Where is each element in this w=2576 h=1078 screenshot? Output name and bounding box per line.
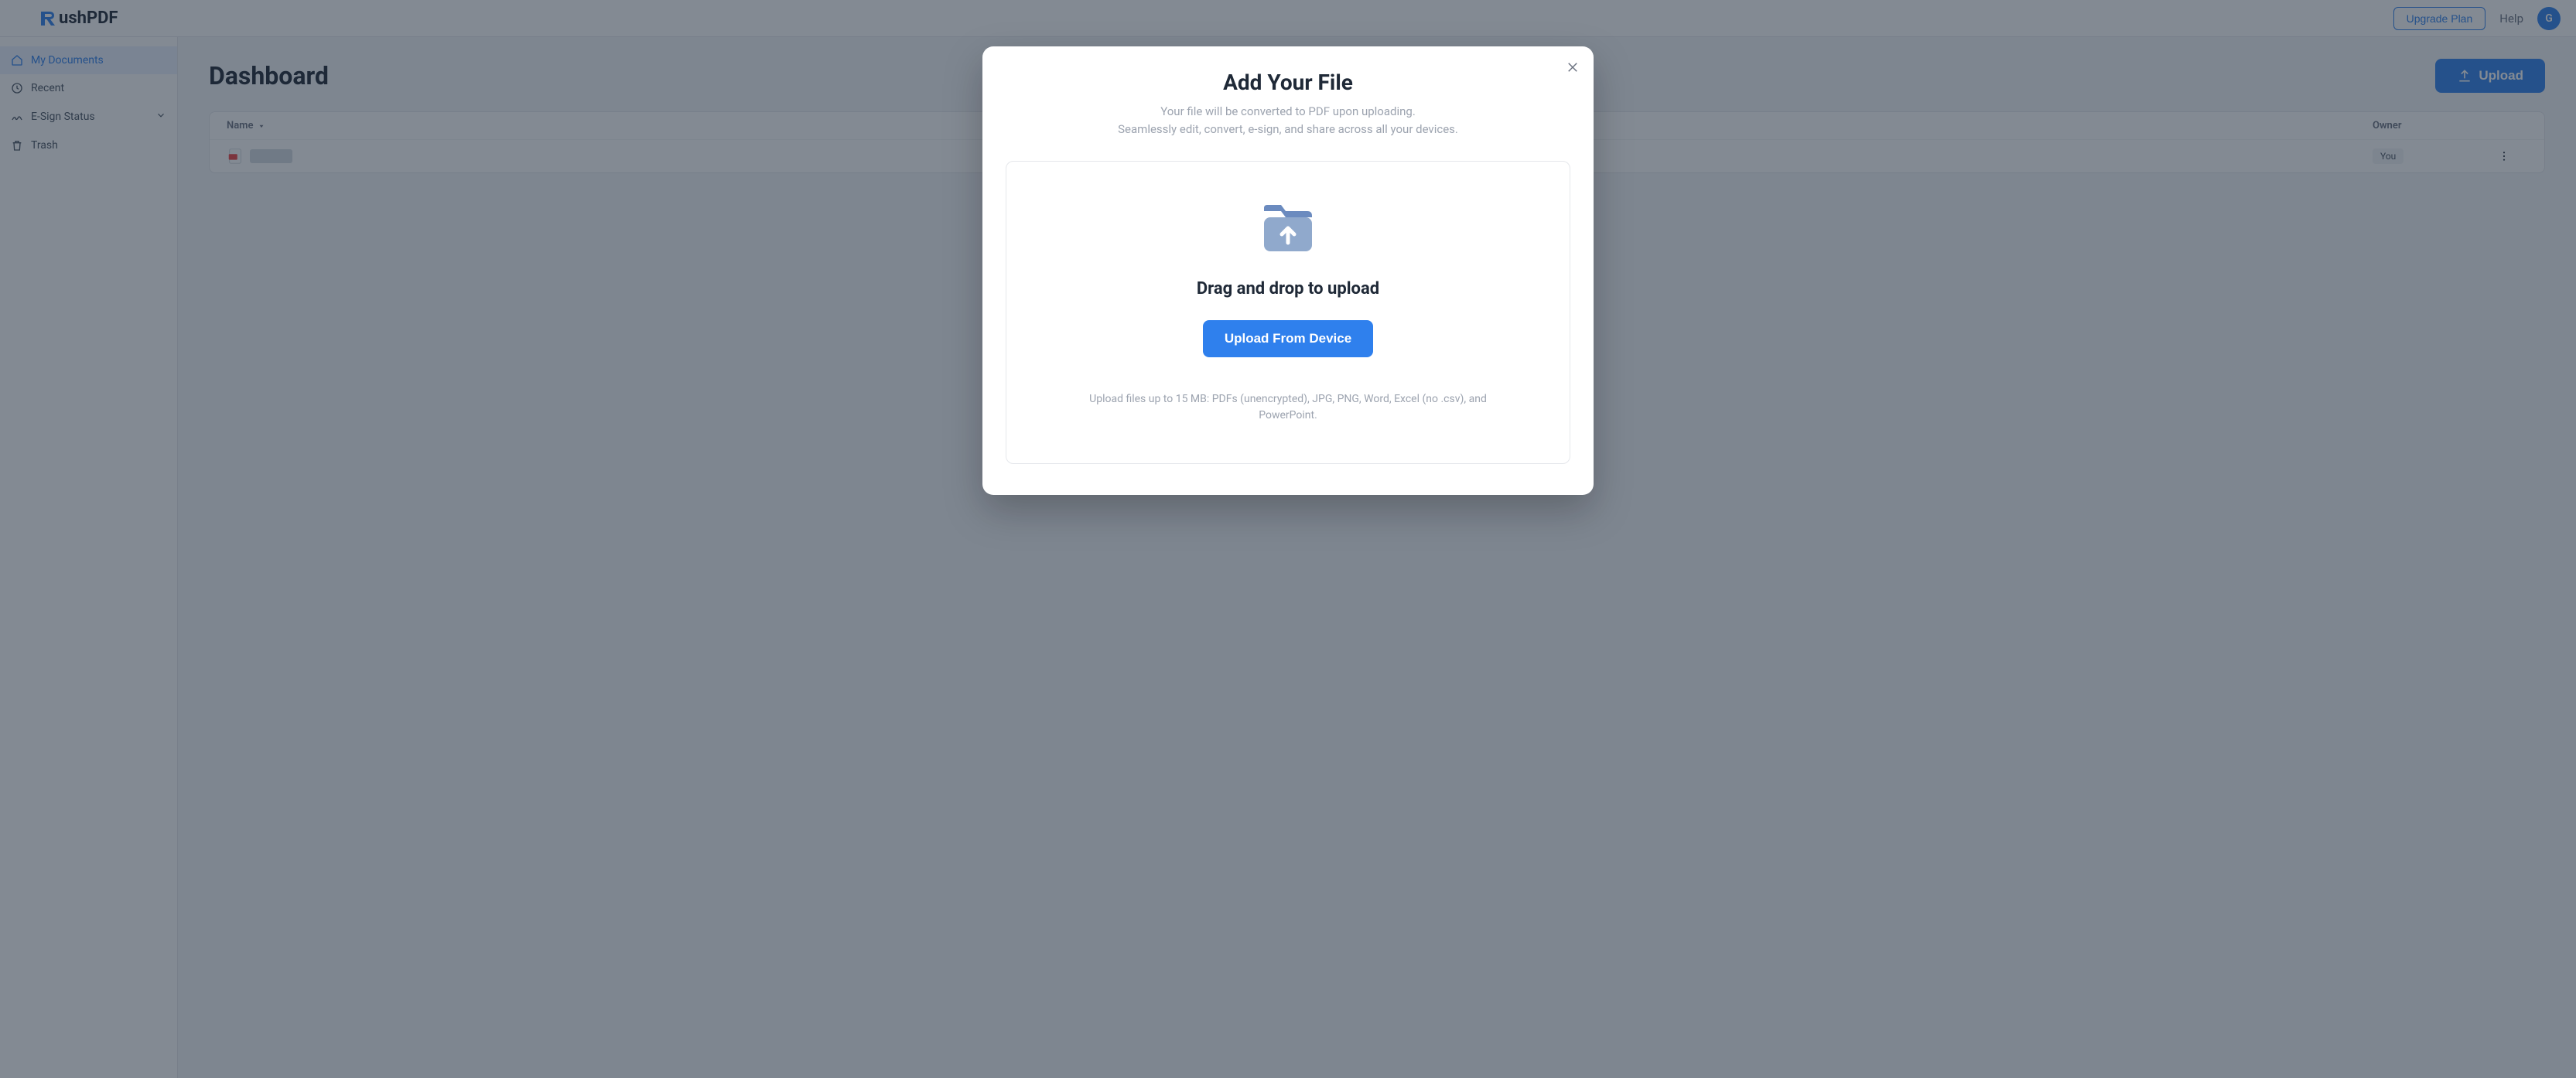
upload-from-device-button[interactable]: Upload From Device <box>1203 320 1373 357</box>
modal-subtitle: Your file will be converted to PDF upon … <box>1006 103 1570 139</box>
add-file-modal: Add Your File Your file will be converte… <box>982 46 1594 495</box>
close-icon <box>1566 60 1580 74</box>
modal-subtitle-line2: Seamlessly edit, convert, e-sign, and sh… <box>1118 122 1458 136</box>
modal-close-button[interactable] <box>1566 60 1580 77</box>
modal-title: Add Your File <box>1006 70 1570 95</box>
modal-overlay[interactable]: Add Your File Your file will be converte… <box>0 0 2576 1078</box>
dropzone-heading: Drag and drop to upload <box>1037 279 1539 298</box>
dropzone-hint: Upload files up to 15 MB: PDFs (unencryp… <box>1060 391 1516 425</box>
upload-folder-icon <box>1259 200 1317 258</box>
modal-subtitle-line1: Your file will be converted to PDF upon … <box>1160 104 1416 118</box>
dropzone[interactable]: Drag and drop to upload Upload From Devi… <box>1006 161 1570 464</box>
